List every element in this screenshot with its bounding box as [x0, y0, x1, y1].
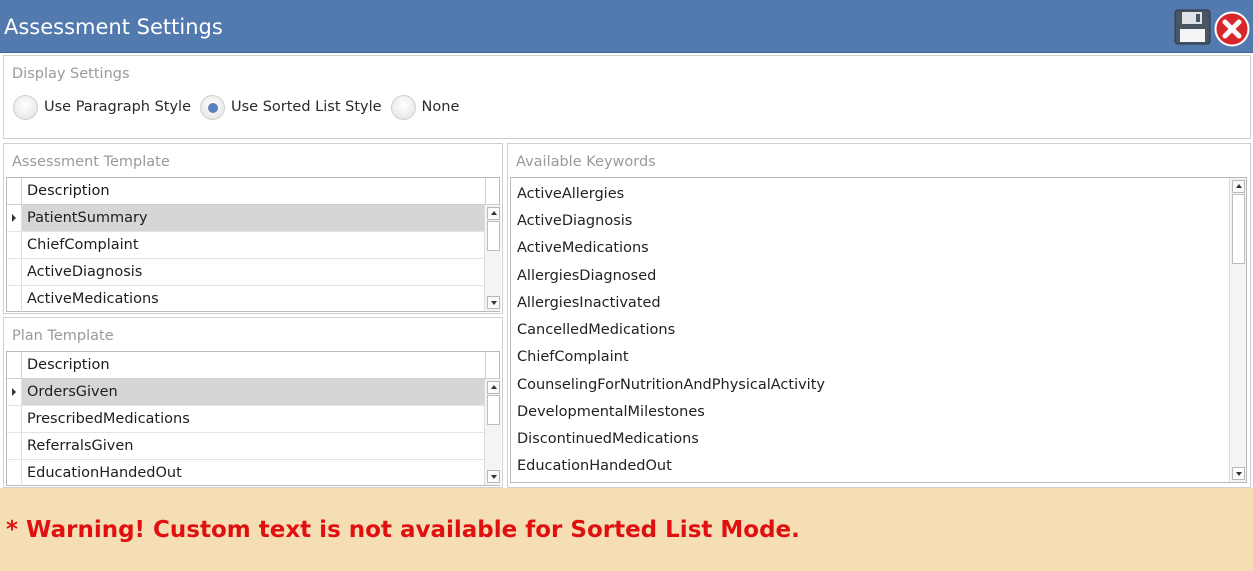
keywords-list[interactable]: ActiveAllergies ActiveDiagnosis ActiveMe… — [510, 177, 1247, 483]
plan-template-grid[interactable]: Description OrdersGiven PrescribedMedica… — [6, 351, 501, 487]
assessment-template-title: Assessment Template — [12, 154, 170, 170]
row-indicator — [7, 205, 22, 231]
plan-template-group: Plan Template Description OrdersGiven Pr… — [3, 317, 503, 488]
warning-message: * Warning! Custom text is not available … — [6, 517, 800, 543]
close-x-icon — [1214, 11, 1250, 47]
row-indicator — [7, 379, 22, 405]
list-item[interactable]: EducationHandedOut — [517, 456, 672, 476]
list-item[interactable]: ActiveAllergies — [517, 184, 624, 204]
table-row[interactable]: EducationHandedOut — [7, 460, 485, 487]
table-row[interactable]: OrdersGiven — [7, 379, 485, 406]
window-title: Assessment Settings — [4, 15, 223, 39]
table-cell: ChiefComplaint — [27, 237, 139, 253]
description-column-header[interactable]: Description — [27, 357, 110, 373]
row-indicator — [7, 259, 22, 285]
list-item[interactable]: ActiveMedications — [517, 238, 649, 258]
current-row-arrow-icon — [12, 388, 16, 396]
grid-header-corner — [7, 352, 22, 379]
radio-button-checked-icon — [200, 94, 225, 120]
scrollbar-thumb[interactable] — [1232, 194, 1245, 264]
row-indicator — [7, 406, 22, 432]
table-row[interactable]: ActiveMedications — [7, 286, 485, 313]
radio-button-icon — [390, 94, 416, 120]
scroll-up-arrow-icon[interactable] — [1232, 180, 1245, 193]
available-keywords-group: Available Keywords ActiveAllergies Activ… — [507, 143, 1251, 488]
radio-label: Use Paragraph Style — [44, 99, 191, 115]
row-indicator — [7, 232, 22, 258]
vertical-scrollbar[interactable] — [484, 379, 501, 485]
row-indicator — [7, 433, 22, 459]
vertical-scrollbar[interactable] — [1229, 178, 1246, 482]
row-indicator — [7, 286, 22, 312]
list-item[interactable]: ActiveDiagnosis — [517, 211, 632, 231]
display-style-radio-group: Use Paragraph Style Use Sorted List Styl… — [13, 94, 468, 120]
table-cell: ReferralsGiven — [27, 438, 134, 454]
scroll-down-arrow-icon[interactable] — [487, 470, 500, 483]
display-settings-group: Display Settings Use Paragraph Style Use… — [3, 55, 1251, 139]
grid-header: Description — [7, 178, 499, 205]
assessment-template-grid[interactable]: Description PatientSummary ChiefComplain… — [6, 177, 501, 313]
table-cell: PatientSummary — [22, 205, 485, 231]
table-cell: OrdersGiven — [22, 379, 485, 405]
header-divider — [485, 178, 486, 205]
radio-button-icon — [13, 94, 38, 120]
description-column-header[interactable]: Description — [27, 183, 110, 199]
scrollbar-thumb[interactable] — [487, 221, 500, 251]
table-row[interactable]: ActiveDiagnosis — [7, 259, 485, 286]
radio-paragraph-style[interactable]: Use Paragraph Style — [13, 94, 191, 120]
scrollbar-thumb[interactable] — [487, 395, 500, 425]
table-row[interactable]: PrescribedMedications — [7, 406, 485, 433]
table-row[interactable]: PatientSummary — [7, 205, 485, 232]
current-row-arrow-icon — [12, 214, 16, 222]
save-button[interactable] — [1174, 9, 1211, 45]
list-item[interactable]: DiscontinuedMedications — [517, 429, 699, 449]
table-cell: PrescribedMedications — [27, 411, 190, 427]
available-keywords-title: Available Keywords — [516, 154, 656, 170]
radio-label: Use Sorted List Style — [231, 99, 382, 115]
scroll-down-arrow-icon[interactable] — [487, 296, 500, 309]
scroll-up-arrow-icon[interactable] — [487, 381, 500, 394]
row-indicator — [7, 460, 22, 486]
radio-sorted-list-style[interactable]: Use Sorted List Style — [200, 94, 382, 120]
list-item[interactable]: CancelledMedications — [517, 320, 675, 340]
title-bar: Assessment Settings — [0, 0, 1253, 53]
scroll-down-arrow-icon[interactable] — [1232, 467, 1245, 480]
table-row[interactable]: ChiefComplaint — [7, 232, 485, 259]
scroll-up-arrow-icon[interactable] — [487, 207, 500, 220]
grid-header: Description — [7, 352, 499, 379]
list-item[interactable]: AllergiesInactivated — [517, 293, 661, 313]
vertical-scrollbar[interactable] — [484, 205, 501, 311]
table-cell: ActiveDiagnosis — [27, 264, 143, 280]
list-item[interactable]: ChiefComplaint — [517, 347, 629, 367]
radio-none[interactable]: None — [390, 94, 460, 120]
table-row[interactable]: ReferralsGiven — [7, 433, 485, 460]
close-button[interactable] — [1214, 11, 1250, 47]
table-cell: EducationHandedOut — [27, 465, 182, 481]
warning-bar: * Warning! Custom text is not available … — [0, 488, 1253, 571]
plan-template-title: Plan Template — [12, 328, 114, 344]
header-divider — [485, 352, 486, 379]
assessment-template-group: Assessment Template Description PatientS… — [3, 143, 503, 314]
display-settings-title: Display Settings — [12, 66, 130, 82]
list-item[interactable]: AllergiesDiagnosed — [517, 266, 656, 286]
grid-header-corner — [7, 178, 22, 205]
floppy-disk-icon — [1174, 9, 1211, 45]
table-cell: ActiveMedications — [27, 291, 159, 307]
list-item[interactable]: DevelopmentalMilestones — [517, 402, 705, 422]
radio-label: None — [421, 99, 460, 115]
list-item[interactable]: CounselingForNutritionAndPhysicalActivit… — [517, 375, 825, 395]
